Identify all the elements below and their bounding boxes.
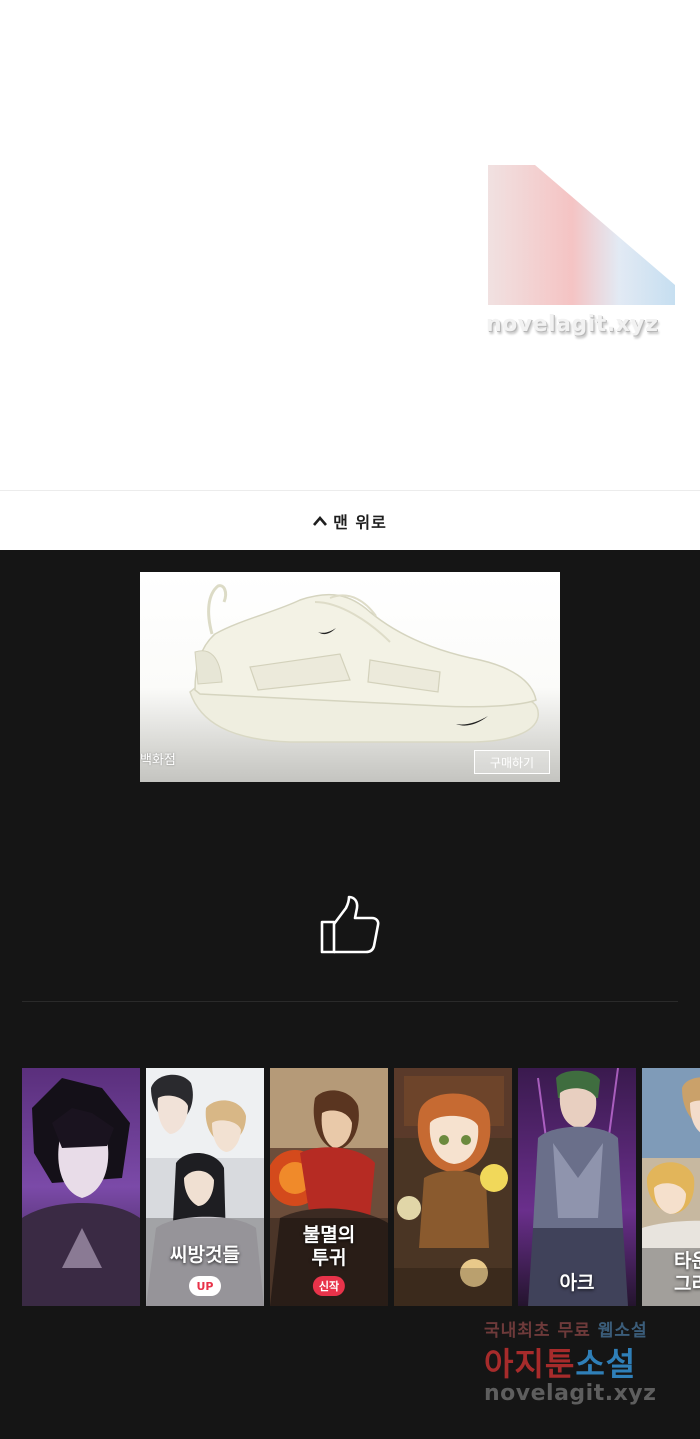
recommend-card[interactable]: 불멸의 투귀 신작 (270, 1068, 388, 1306)
watermark-text: novelagit.xyz (486, 312, 659, 337)
thumbnail-romance-couple (146, 1068, 264, 1306)
buy-button[interactable]: 구매하기 (474, 750, 550, 774)
recommend-card[interactable]: 아크 (518, 1068, 636, 1306)
thumbnail-dark-hooded-boy (22, 1068, 140, 1306)
recommend-card[interactable]: 타운 그리 (642, 1068, 700, 1306)
ad-banner[interactable]: 백화점 구매하기 (140, 572, 560, 782)
up-badge: UP (189, 1276, 221, 1296)
card-title: 타운 그리 (642, 1250, 700, 1296)
back-to-top-label: 맨 위로 (333, 512, 387, 532)
watermark-brand-part2: 소설 (575, 1345, 637, 1383)
thumbnail-warrior-fire (270, 1068, 388, 1306)
watermark-tagline-part1: 국내최초 무료 (484, 1321, 591, 1341)
card-title-line: 투귀 (311, 1247, 347, 1269)
card-title: 씨방것들 (170, 1244, 240, 1266)
thumbnail-girl-with-book (394, 1068, 512, 1306)
chevron-up-icon (313, 515, 328, 526)
card-title: 불멸의 투귀 (270, 1224, 388, 1270)
thumbs-up-icon (320, 895, 380, 954)
new-badge: 신작 (312, 1276, 346, 1296)
card-title-line: 그리 (674, 1273, 700, 1295)
recommend-card[interactable]: 씨방것들 UP (146, 1068, 264, 1306)
recommend-card[interactable] (22, 1068, 140, 1306)
section-divider (22, 1001, 678, 1002)
thumbnail-armored-hero (518, 1068, 636, 1306)
recommend-card[interactable] (394, 1068, 512, 1306)
card-title-line: 타운 (674, 1250, 700, 1272)
card-title: 아크 (559, 1272, 595, 1294)
comic-image-area: novelagit.xyz (0, 0, 700, 490)
ad-shop-label: 백화점 (140, 753, 176, 768)
watermark-brand-part1: 아지툰 (484, 1345, 576, 1383)
watermark-brand: 아지툰소설 (484, 1339, 684, 1385)
watermark-tagline: 국내최초 무료 웹소설 (484, 1316, 684, 1341)
back-to-top-button[interactable]: 맨 위로 (0, 490, 700, 550)
recommendation-strip[interactable]: 씨방것들 UP 불멸의 투귀 신작 아크 타 그 (22, 1068, 700, 1308)
site-watermark: 국내최초 무료 웹소설 아지툰소설 novelagit.xyz (484, 1316, 684, 1406)
watermark-logo-graphic (488, 165, 675, 305)
card-title-line: 불멸의 (302, 1224, 356, 1246)
watermark-url: novelagit.xyz (484, 1381, 657, 1406)
like-button[interactable] (318, 894, 382, 956)
watermark-tagline-part2: 웹소설 (597, 1321, 648, 1341)
